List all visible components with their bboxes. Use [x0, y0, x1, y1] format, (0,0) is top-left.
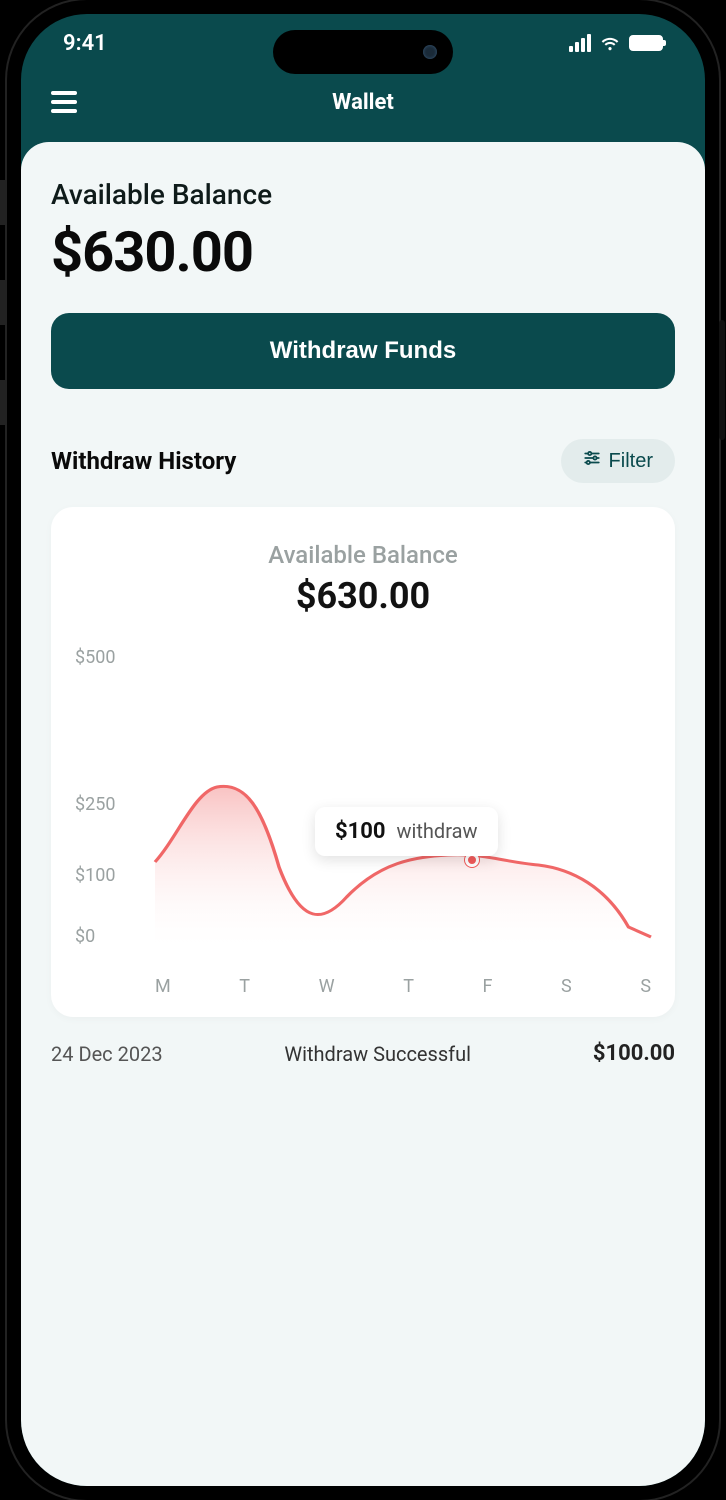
x-tick: S: [640, 976, 651, 997]
withdraw-funds-button[interactable]: Withdraw Funds: [51, 313, 675, 389]
available-balance-label: Available Balance: [51, 178, 675, 211]
y-tick: $0: [75, 926, 95, 947]
phone-frame: 9:41 Wallet Available Balance $630.00 Wi…: [7, 0, 719, 1500]
x-tick: W: [319, 976, 335, 997]
x-tick: T: [239, 976, 250, 997]
y-tick: $500: [75, 647, 115, 668]
status-time: 9:41: [63, 31, 107, 56]
x-tick: S: [561, 976, 572, 997]
available-balance-amount: $630.00: [51, 219, 675, 285]
chart-card: Available Balance $630.00 $500 $250 $100…: [51, 507, 675, 1017]
tooltip-value: $100: [335, 819, 386, 844]
cellular-signal-icon: [569, 34, 591, 52]
y-tick: $100: [75, 865, 115, 886]
withdraw-history-title: Withdraw History: [51, 447, 236, 475]
status-icons: [569, 32, 663, 54]
app-header: Wallet: [21, 72, 705, 132]
dynamic-island: [273, 30, 453, 74]
chart-tooltip: $100 withdraw: [315, 807, 498, 856]
chart-x-axis: M T W T F S S: [155, 976, 651, 997]
y-tick: $250: [75, 794, 115, 815]
x-tick: T: [403, 976, 414, 997]
wifi-icon: [599, 32, 621, 54]
chart-amount: $630.00: [75, 575, 651, 617]
screen: 9:41 Wallet Available Balance $630.00 Wi…: [21, 14, 705, 1486]
sliders-icon: [583, 449, 601, 473]
filter-label: Filter: [609, 450, 653, 473]
transaction-row[interactable]: 24 Dec 2023 Withdraw Successful $100.00: [51, 1017, 675, 1074]
x-tick: F: [483, 976, 493, 997]
menu-icon[interactable]: [51, 86, 77, 118]
transaction-status: Withdraw Successful: [163, 1042, 593, 1066]
chart-area: $500 $250 $100 $0: [75, 637, 651, 997]
front-camera-icon: [423, 45, 437, 59]
transaction-date: 24 Dec 2023: [51, 1042, 163, 1066]
chart-subtitle: Available Balance: [75, 541, 651, 569]
battery-icon: [629, 35, 663, 51]
content-panel: Available Balance $630.00 Withdraw Funds…: [21, 142, 705, 1486]
chart-y-axis: $500 $250 $100 $0: [75, 637, 147, 947]
page-title: Wallet: [332, 90, 394, 115]
status-bar: 9:41: [21, 14, 705, 72]
x-tick: M: [155, 976, 171, 997]
tooltip-label: withdraw: [396, 819, 477, 843]
filter-button[interactable]: Filter: [561, 439, 675, 483]
transaction-amount: $100.00: [593, 1041, 675, 1066]
chart-plot[interactable]: [155, 637, 651, 947]
